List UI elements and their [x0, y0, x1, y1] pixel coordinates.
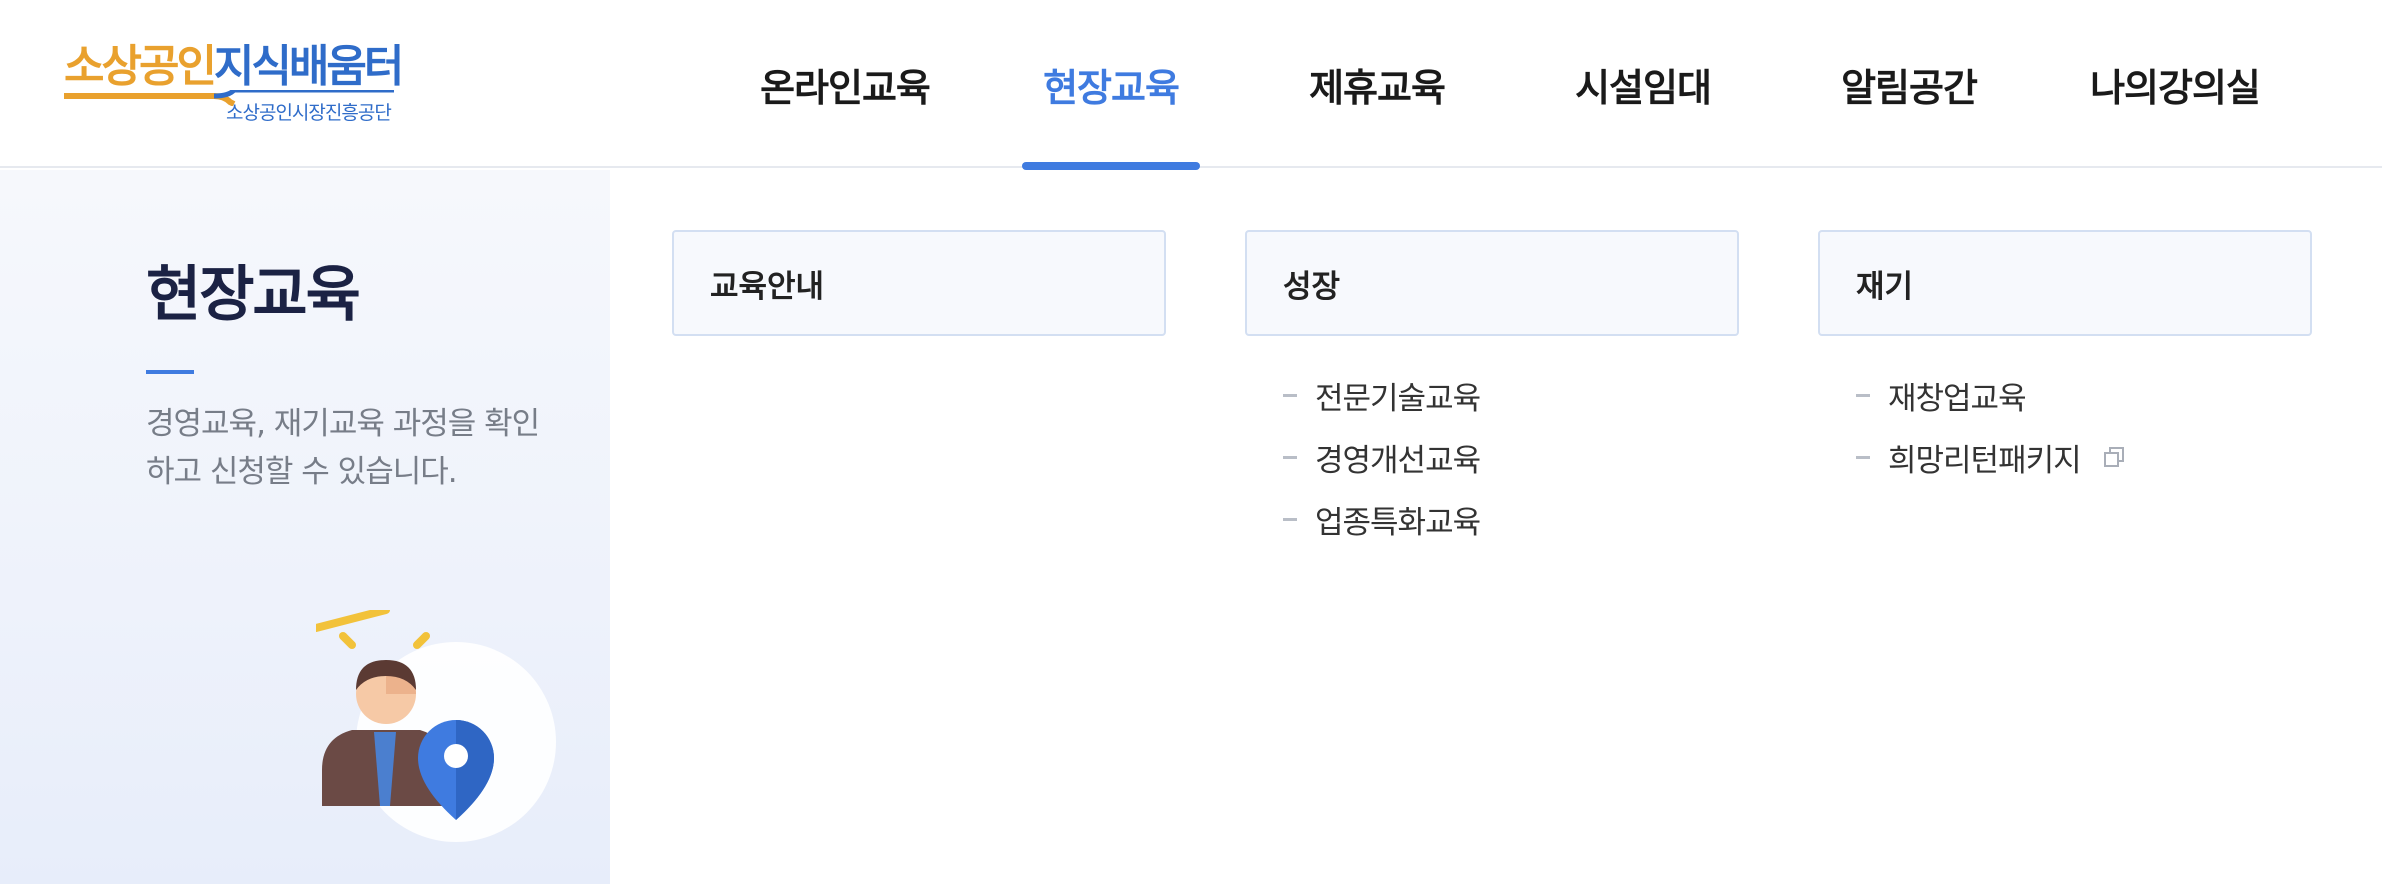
- dash-icon: [1856, 393, 1870, 397]
- nav-partner-education[interactable]: 제휴교육: [1244, 0, 1510, 168]
- logo-wordmark: 소상공인지식배움터: [64, 41, 404, 92]
- dash-icon: [1283, 393, 1297, 397]
- submenu-item-technical-education[interactable]: 전문기술교육: [1245, 364, 1739, 426]
- logo-subtitle: 소상공인시장진흥공단: [226, 102, 392, 124]
- menu-heading-education-guide[interactable]: 교육안내: [672, 230, 1166, 336]
- growth-submenu: 전문기술교육 경영개선교육 업종특화교육: [1245, 364, 1739, 550]
- side-panel-title: 현장교육: [146, 260, 361, 330]
- external-link-icon: [2103, 447, 2124, 467]
- menu-column-guide: 교육안내: [672, 230, 1166, 336]
- nav-facility-rental[interactable]: 시설임대: [1510, 0, 1776, 168]
- submenu-item-label: 업종특화교육: [1315, 504, 1481, 541]
- mega-menu-side-panel: 현장교육 경영교육, 재기교육 과정을 확인하고 신청할 수 있습니다.: [0, 170, 610, 884]
- nav-online-education[interactable]: 온라인교육: [712, 0, 978, 168]
- menu-column-restart: 재기 재창업교육 희망리턴패키지: [1818, 230, 2312, 488]
- menu-column-growth: 성장 전문기술교육 경영개선교육 업종특화교육: [1245, 230, 1739, 550]
- submenu-item-hope-return-package[interactable]: 희망리턴패키지: [1818, 426, 2312, 488]
- main-navigation: 온라인교육 현장교육 제휴교육 시설임대 알림공간 나의강의실: [712, 0, 2308, 170]
- site-header: 소상공인지식배움터 소상공인시장진흥공단 온라인교육 현장교육 제휴교육 시설임…: [0, 0, 2382, 170]
- nav-notice-space[interactable]: 알림공간: [1776, 0, 2042, 168]
- submenu-item-label: 전문기술교육: [1315, 380, 1481, 417]
- submenu-item-label: 재창업교육: [1888, 380, 2027, 417]
- submenu-item-restart-business[interactable]: 재창업교육: [1818, 364, 2312, 426]
- dash-icon: [1856, 455, 1870, 459]
- person-location-pin-illustration: [316, 610, 556, 842]
- submenu-item-management-improvement[interactable]: 경영개선교육: [1245, 426, 1739, 488]
- site-logo[interactable]: 소상공인지식배움터 소상공인시장진흥공단: [64, 42, 404, 128]
- menu-heading-growth[interactable]: 성장: [1245, 230, 1739, 336]
- title-divider: [146, 370, 194, 374]
- submenu-item-industry-specialized[interactable]: 업종특화교육: [1245, 488, 1739, 550]
- submenu-item-label: 희망리턴패키지: [1888, 442, 2082, 479]
- restart-submenu: 재창업교육 희망리턴패키지: [1818, 364, 2312, 488]
- nav-my-classroom[interactable]: 나의강의실: [2042, 0, 2308, 168]
- nav-onsite-education[interactable]: 현장교육: [978, 0, 1244, 170]
- side-panel-description: 경영교육, 재기교육 과정을 확인하고 신청할 수 있습니다.: [146, 406, 540, 490]
- dash-icon: [1283, 455, 1297, 459]
- menu-heading-restart[interactable]: 재기: [1818, 230, 2312, 336]
- dash-icon: [1283, 517, 1297, 521]
- submenu-item-label: 경영개선교육: [1315, 442, 1481, 479]
